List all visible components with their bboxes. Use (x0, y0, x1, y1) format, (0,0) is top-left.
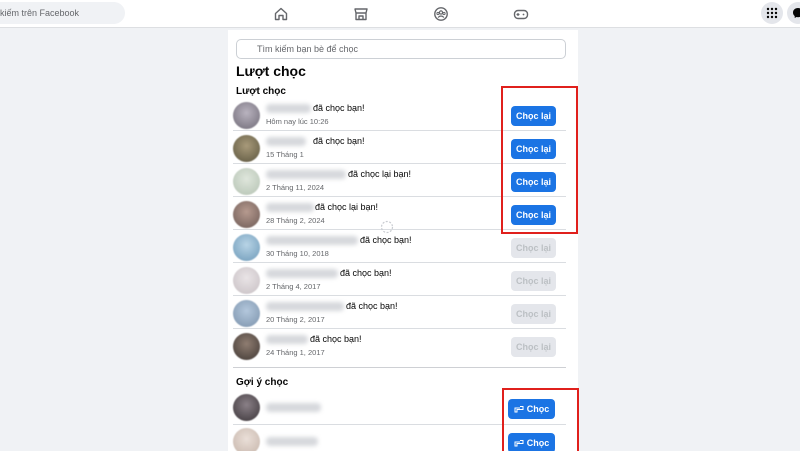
poke-message: đã chọc bạn! (313, 103, 365, 113)
blurred-name (266, 437, 318, 446)
poke-message: đã chọc lại bạn! (348, 169, 412, 179)
friend-search-input[interactable]: Tìm kiếm bạn bè để chọc (236, 39, 566, 59)
poke-time: 30 Tháng 10, 2018 (266, 249, 329, 258)
section-divider (233, 367, 566, 368)
loading-spinner-icon (380, 220, 394, 234)
marketplace-icon[interactable] (351, 4, 371, 24)
blurred-name (266, 137, 306, 146)
poke-back-button[interactable]: Chọc lại (511, 304, 556, 324)
blurred-name (266, 335, 308, 344)
avatar[interactable] (233, 300, 260, 327)
poke-message: đã chọc bạn! (360, 235, 412, 245)
groups-icon[interactable] (431, 4, 451, 24)
poke-back-button[interactable]: Chọc lại (511, 337, 556, 357)
highlight-box-poke-back (501, 86, 578, 234)
avatar[interactable] (233, 168, 260, 195)
menu-grid-icon[interactable] (761, 2, 783, 24)
blurred-name (266, 236, 358, 245)
pokes-section-heading: Lượt chọc (236, 86, 286, 97)
poke-back-button[interactable]: Chọc lại (511, 271, 556, 291)
blurred-name (266, 269, 338, 278)
avatar[interactable] (233, 394, 260, 421)
poke-time: 24 Tháng 1, 2017 (266, 348, 325, 357)
blurred-name (266, 403, 321, 412)
poke-message: đã chọc lại bạn! (315, 202, 379, 212)
poke-time: 20 Tháng 2, 2017 (266, 315, 325, 324)
poke-time: Hôm nay lúc 10:26 (266, 117, 329, 126)
poke-time: 28 Tháng 2, 2024 (266, 216, 325, 225)
highlight-box-suggestions (502, 388, 579, 451)
messenger-icon[interactable] (787, 2, 800, 24)
poke-time: 2 Tháng 11, 2024 (266, 183, 325, 192)
poke-message: đã chọc bạn! (310, 334, 362, 344)
suggestions-section-heading: Gợi ý chọc (236, 377, 289, 388)
poke-row: đã chọc bạn! 2 Tháng 4, 2017 Chọc lại (233, 264, 566, 296)
poke-row: đã chọc bạn! 20 Tháng 2, 2017 Chọc lại (233, 297, 566, 329)
top-navigation-bar: kiếm trên Facebook (0, 0, 800, 28)
page-title: Lượt chọc (236, 63, 306, 79)
poke-time: 15 Tháng 1 (266, 150, 304, 159)
poke-message: đã chọc bạn! (346, 301, 398, 311)
poke-row: đã chọc bạn! 30 Tháng 10, 2018 Chọc lại (233, 231, 566, 263)
blurred-name (266, 170, 346, 179)
poke-time: 2 Tháng 4, 2017 (266, 282, 321, 291)
home-icon[interactable] (271, 4, 291, 24)
avatar[interactable] (233, 333, 260, 360)
blurred-name (266, 302, 344, 311)
avatar[interactable] (233, 135, 260, 162)
poke-back-button[interactable]: Chọc lại (511, 238, 556, 258)
poke-message: đã chọc bạn! (340, 268, 392, 278)
blurred-name (266, 104, 311, 113)
poke-row: đã chọc bạn! 24 Tháng 1, 2017 Chọc lại (233, 330, 566, 362)
avatar[interactable] (233, 102, 260, 129)
blurred-name (266, 203, 314, 212)
avatar[interactable] (233, 428, 260, 451)
poke-message: đã chọc bạn! (313, 136, 365, 146)
avatar[interactable] (233, 267, 260, 294)
avatar[interactable] (233, 234, 260, 261)
avatar[interactable] (233, 201, 260, 228)
gaming-icon[interactable] (511, 4, 531, 24)
facebook-search-input[interactable]: kiếm trên Facebook (0, 2, 125, 24)
